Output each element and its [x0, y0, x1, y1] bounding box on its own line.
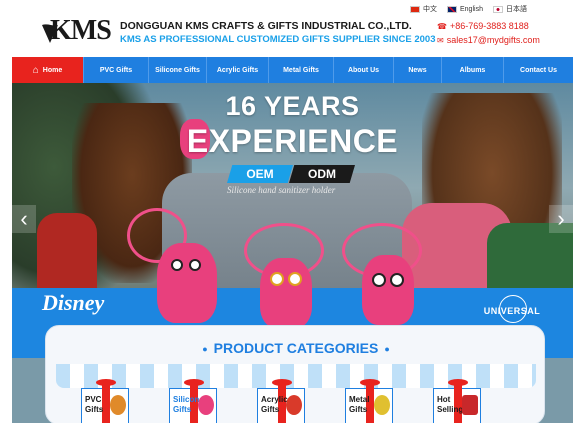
- oem-badge: OEM: [227, 165, 293, 183]
- category-label: Silicone Gifts: [173, 395, 204, 414]
- language-label: English: [460, 5, 483, 13]
- nav-item-label: Silicone Gifts: [155, 66, 200, 74]
- nav-item-label: About Us: [347, 66, 380, 74]
- nav-item-albums[interactable]: Albums: [442, 57, 504, 83]
- site-header: KMS DONGGUAN KMS CRAFTS & GIFTS INDUSTRI…: [0, 0, 585, 55]
- phone-number: +86-769-3883 8188: [449, 21, 529, 31]
- category-metal-gifts[interactable]: Metal Gifts: [345, 379, 393, 423]
- chevron-right-icon: ›: [557, 206, 565, 231]
- category-pvc-gifts[interactable]: PVC Gifts: [81, 379, 129, 423]
- language-switcher: 中文 English 日本語: [410, 4, 527, 14]
- company-name: DONGGUAN KMS CRAFTS & GIFTS INDUSTRIAL C…: [120, 20, 412, 32]
- figure-eye: [288, 272, 302, 286]
- language-label: 中文: [423, 6, 437, 13]
- product-categories-panel: ● PRODUCT CATEGORIES ● PVC Gifts Silicone …: [45, 325, 545, 423]
- metal-gift-thumbnail: [374, 395, 390, 415]
- category-label: Hot Selling: [437, 395, 464, 414]
- service-badges: OEM ODM: [227, 165, 355, 183]
- nav-item-news[interactable]: News: [394, 57, 442, 83]
- nav-item-silicone-gifts[interactable]: Silicone Gifts: [149, 57, 207, 83]
- nav-item-about-us[interactable]: About Us: [334, 57, 394, 83]
- product-categories-title: ● PRODUCT CATEGORIES ●: [46, 340, 546, 356]
- nav-item-home[interactable]: ⌂ Home: [12, 57, 84, 83]
- banner-caption: Silicone hand sanitizer holder: [227, 185, 336, 195]
- contact-email[interactable]: ✉ sales17@mydgifts.com: [437, 35, 540, 45]
- hot-selling-thumbnail: [462, 395, 478, 415]
- banner-subheadline: EXPERIENCE: [186, 123, 399, 159]
- pvc-gift-thumbnail: [110, 395, 126, 415]
- home-icon: ⌂: [32, 64, 39, 76]
- language-option-chinese[interactable]: 中文: [410, 4, 437, 14]
- main-navigation: ⌂ Home PVC Gifts Silicone Gifts Acrylic …: [12, 57, 573, 83]
- uk-flag-icon: [447, 5, 457, 13]
- universal-logo-text: UNIVERSAL: [483, 306, 541, 316]
- nav-item-label: Acrylic Gifts: [216, 66, 259, 74]
- company-logo[interactable]: KMS: [40, 15, 114, 46]
- nav-item-label: Contact Us: [520, 66, 557, 74]
- silicone-gift-thumbnail: [198, 395, 214, 415]
- mail-icon: ✉: [437, 35, 444, 45]
- nav-item-label: Metal Gifts: [283, 66, 319, 74]
- nav-item-label: Home: [42, 66, 63, 74]
- nav-item-acrylic-gifts[interactable]: Acrylic Gifts: [207, 57, 269, 83]
- title-dot-icon: ●: [202, 344, 208, 355]
- title-dot-icon: ●: [384, 344, 390, 355]
- language-label: 日本語: [505, 6, 527, 13]
- carousel-next-button[interactable]: ›: [549, 205, 573, 233]
- banner-headline: 16 YEARS: [225, 91, 360, 121]
- language-option-japanese[interactable]: 日本語: [492, 4, 527, 14]
- contact-phone[interactable]: ☎ +86-769-3883 8188: [437, 21, 529, 31]
- chevron-left-icon: ‹: [20, 206, 28, 231]
- nav-item-label: PVC Gifts: [99, 66, 133, 74]
- language-option-english[interactable]: English: [447, 4, 483, 14]
- japan-flag-icon: [492, 5, 503, 13]
- nav-item-contact-us[interactable]: Contact Us: [504, 57, 573, 83]
- elephant-sanitizer-holder: [157, 243, 217, 323]
- acrylic-gift-thumbnail: [286, 395, 302, 415]
- carousel-prev-button[interactable]: ‹: [12, 205, 36, 233]
- odm-badge: ODM: [289, 165, 355, 183]
- category-label: PVC Gifts: [85, 395, 104, 414]
- category-label: Metal Gifts: [349, 395, 370, 414]
- company-tagline: KMS AS PROFESSIONAL CUSTOMIZED GIFTS SUP…: [120, 34, 436, 45]
- product-categories-heading: PRODUCT CATEGORIES: [213, 340, 379, 356]
- nav-item-label: Albums: [459, 66, 486, 74]
- figure-eye: [189, 259, 201, 271]
- figure-eye: [171, 259, 183, 271]
- category-acrylic-gifts[interactable]: Acrylic Gifts: [257, 379, 305, 423]
- disney-logo: Disney: [42, 290, 105, 315]
- category-list: PVC Gifts Silicone Gifts Acrylic Gifts M…: [81, 379, 481, 423]
- phone-icon: ☎: [437, 21, 447, 31]
- hero-banner: 16 YEARS EXPERIENCE OEM ODM Silicone han…: [12, 83, 573, 423]
- category-hot-selling[interactable]: Hot Selling: [433, 379, 481, 423]
- nav-item-label: News: [408, 66, 427, 74]
- figure-eye: [390, 273, 404, 287]
- nav-item-metal-gifts[interactable]: Metal Gifts: [269, 57, 334, 83]
- email-address: sales17@mydgifts.com: [446, 35, 540, 45]
- china-flag-icon: [410, 5, 420, 13]
- category-label: Acrylic Gifts: [261, 395, 288, 414]
- nav-item-pvc-gifts[interactable]: PVC Gifts: [84, 57, 149, 83]
- unicorn-sanitizer-holder: [362, 255, 414, 325]
- owl-sanitizer-holder: [260, 258, 312, 328]
- universal-logo: UNIVERSAL: [482, 295, 542, 327]
- figure-eye: [372, 273, 386, 287]
- logo-text: KMS: [50, 15, 112, 46]
- category-silicone-gifts[interactable]: Silicone Gifts: [169, 379, 217, 423]
- figure-eye: [270, 272, 284, 286]
